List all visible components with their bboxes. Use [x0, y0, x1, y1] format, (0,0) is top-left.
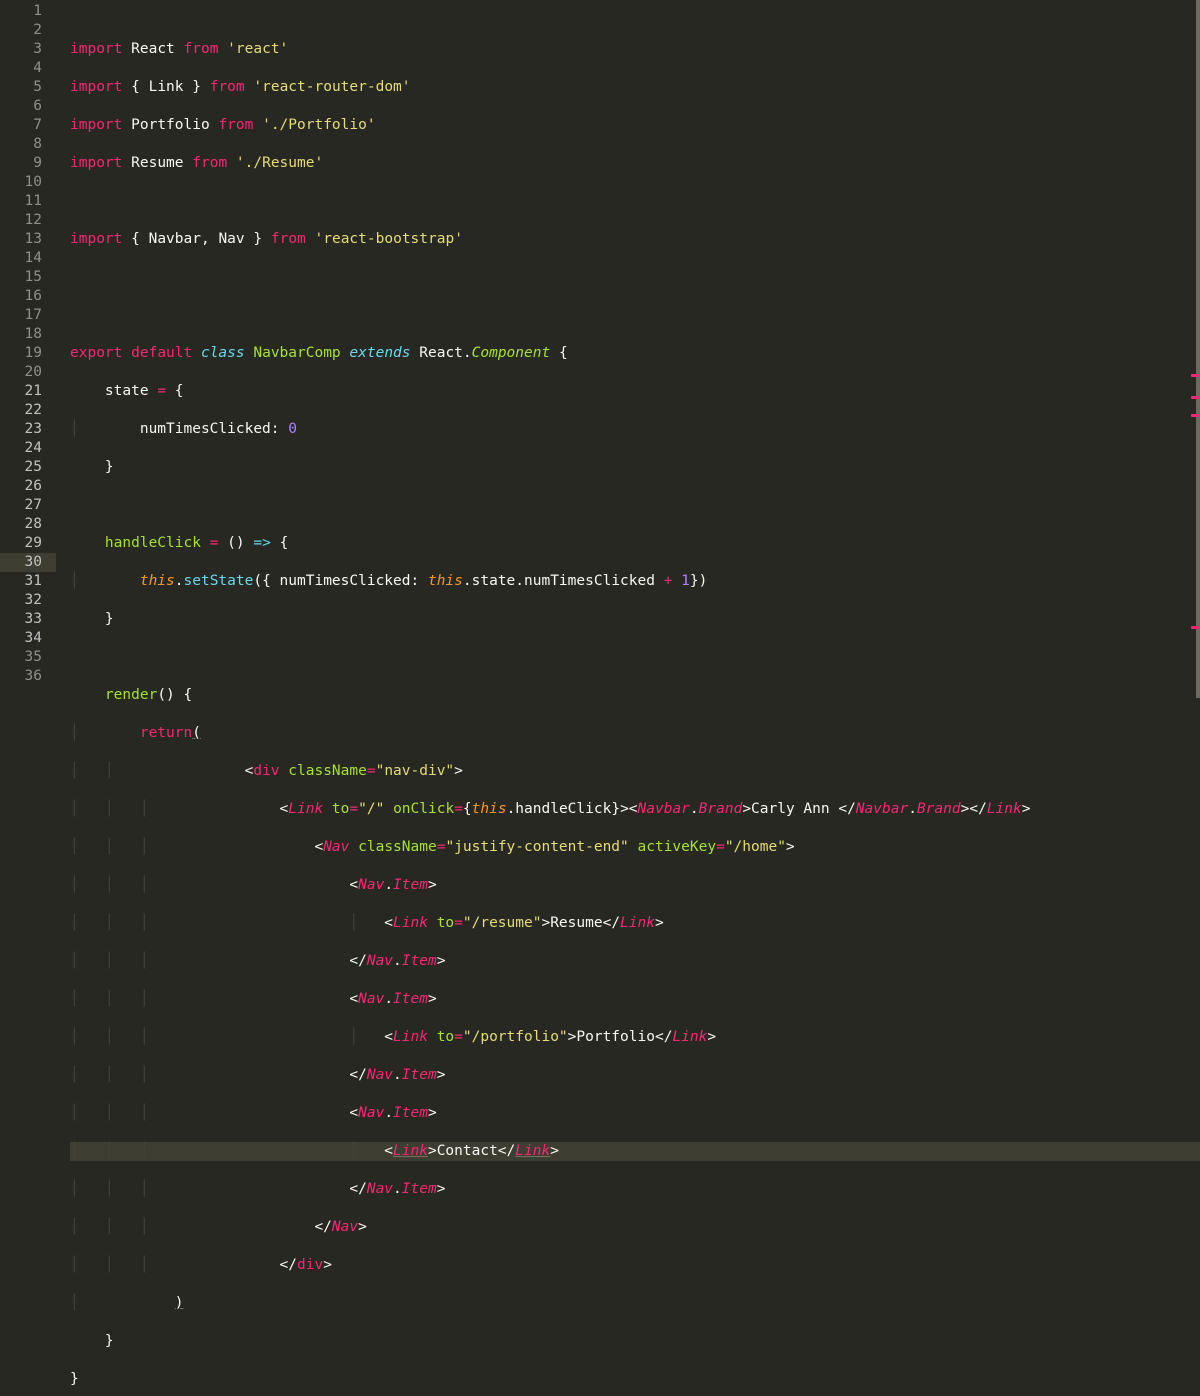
line-number: 2 — [0, 21, 56, 40]
code-line: │ │ <div className="nav-div"> — [70, 762, 1200, 781]
code-line: │ │ │ </Nav.Item> — [70, 1066, 1200, 1085]
code-line — [70, 496, 1200, 515]
line-number: 24 — [0, 439, 56, 458]
line-number: 7 — [0, 116, 56, 135]
code-line: render() { — [70, 686, 1200, 705]
code-editor: 1234567891011121314151617181920212223242… — [0, 0, 1200, 698]
line-number: 19 — [0, 344, 56, 363]
line-number-gutter: 1234567891011121314151617181920212223242… — [0, 0, 56, 698]
line-number: 22 — [0, 401, 56, 420]
line-number: 36 — [0, 667, 56, 686]
line-number: 25 — [0, 458, 56, 477]
code-line: │ │ │ </Nav.Item> — [70, 952, 1200, 971]
line-number: 5 — [0, 78, 56, 97]
code-line: import { Link } from 'react-router-dom' — [70, 78, 1200, 97]
line-number: 17 — [0, 306, 56, 325]
code-line: │ │ │ │ <Link to="/resume">Resume</Link> — [70, 914, 1200, 933]
line-number: 31 — [0, 572, 56, 591]
line-number: 3 — [0, 40, 56, 59]
line-number: 23 — [0, 420, 56, 439]
line-number: 21 — [0, 382, 56, 401]
code-line: │ │ │ <Link to="/" onClick={this.handleC… — [70, 800, 1200, 819]
code-line — [70, 648, 1200, 667]
code-line — [70, 306, 1200, 325]
code-line: │ │ │ <Nav className="justify-content-en… — [70, 838, 1200, 857]
code-line: import React from 'react' — [70, 40, 1200, 59]
code-line: │ numTimesClicked: 0 — [70, 420, 1200, 439]
line-number: 29 — [0, 534, 56, 553]
line-number: 12 — [0, 211, 56, 230]
line-number: 1 — [0, 2, 56, 21]
line-number: 20 — [0, 363, 56, 382]
code-line: import Portfolio from './Portfolio' — [70, 116, 1200, 135]
code-line: │ │ │ │ <Link>Contact</Link> — [70, 1142, 1200, 1161]
code-area[interactable]: import React from 'react' import { Link … — [56, 0, 1200, 698]
line-number: 30 — [0, 553, 56, 572]
code-line: │ │ │ </Nav> — [70, 1218, 1200, 1237]
code-line: │ │ │ </Nav.Item> — [70, 1180, 1200, 1199]
line-number: 8 — [0, 135, 56, 154]
code-line: import Resume from './Resume' — [70, 154, 1200, 173]
line-number: 10 — [0, 173, 56, 192]
code-line — [70, 268, 1200, 287]
line-number: 28 — [0, 515, 56, 534]
line-number: 14 — [0, 249, 56, 268]
minimap-error-marker[interactable] — [1191, 626, 1199, 629]
code-line: export default class NavbarComp extends … — [70, 344, 1200, 363]
minimap-error-marker[interactable] — [1191, 414, 1199, 417]
code-line: │ │ │ <Nav.Item> — [70, 990, 1200, 1009]
code-line: } — [70, 458, 1200, 477]
line-number: 18 — [0, 325, 56, 344]
line-number: 26 — [0, 477, 56, 496]
code-line: } — [70, 1370, 1200, 1389]
scrollbar-vertical[interactable] — [1196, 0, 1200, 698]
line-number: 15 — [0, 268, 56, 287]
line-number: 13 — [0, 230, 56, 249]
code-line: state = { — [70, 382, 1200, 401]
line-number: 34 — [0, 629, 56, 648]
code-line: │ │ │ <Nav.Item> — [70, 876, 1200, 895]
minimap-error-marker[interactable] — [1191, 396, 1199, 399]
line-number: 11 — [0, 192, 56, 211]
code-line: import { Navbar, Nav } from 'react-boots… — [70, 230, 1200, 249]
line-number: 35 — [0, 648, 56, 667]
code-line: │ │ │ │ <Link to="/portfolio">Portfolio<… — [70, 1028, 1200, 1047]
code-line: } — [70, 1332, 1200, 1351]
line-number: 27 — [0, 496, 56, 515]
line-number: 6 — [0, 97, 56, 116]
code-line: │ │ │ </div> — [70, 1256, 1200, 1275]
line-number: 4 — [0, 59, 56, 78]
line-number: 33 — [0, 610, 56, 629]
code-line: handleClick = () => { — [70, 534, 1200, 553]
code-line: │ return( — [70, 724, 1200, 743]
code-line: │ this.setState({ numTimesClicked: this.… — [70, 572, 1200, 591]
code-line: } — [70, 610, 1200, 629]
code-line — [70, 192, 1200, 211]
line-number: 9 — [0, 154, 56, 173]
code-line: │ │ │ <Nav.Item> — [70, 1104, 1200, 1123]
minimap-error-marker[interactable] — [1191, 374, 1199, 377]
line-number: 16 — [0, 287, 56, 306]
code-line: │ ) — [70, 1294, 1200, 1313]
line-number: 32 — [0, 591, 56, 610]
